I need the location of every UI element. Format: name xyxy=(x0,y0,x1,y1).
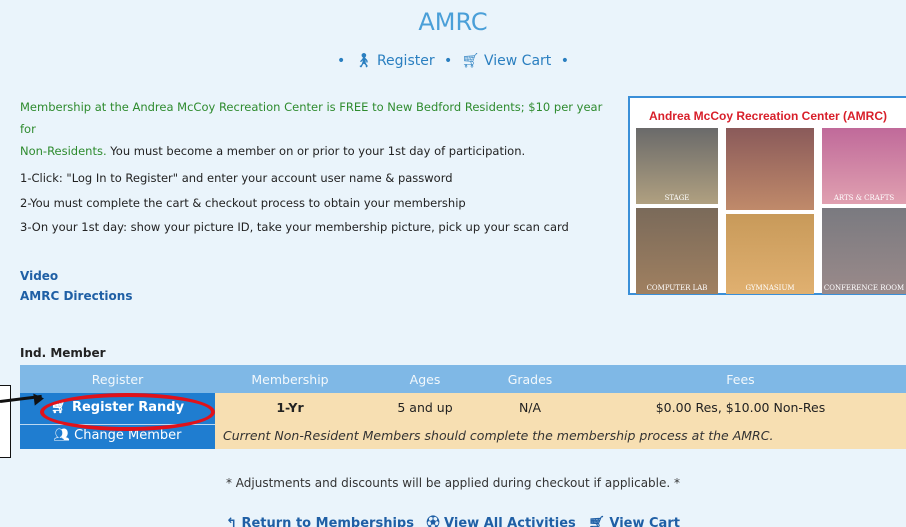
free-notice: Membership at the Andrea McCoy Recreatio… xyxy=(20,100,603,136)
gymnasium-photo-tile: GYMNASIUM xyxy=(726,214,814,294)
non-resident-note: Current Non-Resident Members should comp… xyxy=(215,421,906,449)
page-title: AMRC xyxy=(418,8,488,36)
gym-top-photo-tile xyxy=(726,128,814,210)
ages-cell: 5 and up xyxy=(365,393,485,421)
annotation-box xyxy=(0,385,11,458)
nav-bullet: • xyxy=(337,53,346,69)
stage-photo-tile: STAGE xyxy=(636,128,718,204)
register-link[interactable]: 🚶︎ Register xyxy=(355,53,439,69)
ball-icon: ⚽︎ xyxy=(426,516,440,527)
view-all-activities-link[interactable]: ⚽︎ View All Activities xyxy=(427,516,581,527)
video-link[interactable]: Video xyxy=(20,266,132,286)
view-cart-link[interactable]: 🛒︎ View Cart xyxy=(462,53,556,69)
view-cart-label: View Cart xyxy=(484,53,552,69)
non-resident-notice: Non-Residents. xyxy=(20,144,107,158)
cart-icon: 🛒︎ xyxy=(50,400,68,415)
nav-bullet: • xyxy=(560,53,569,69)
membership-cell: 1-Yr xyxy=(215,393,365,421)
return-icon: ↰ xyxy=(226,516,237,527)
column-header: Fees xyxy=(575,365,906,393)
change-member-label: Change Member xyxy=(74,428,182,443)
change-member-button[interactable]: 👥︎ Change Member xyxy=(53,428,181,443)
step-item: 1-Click: "Log In to Register" and enter … xyxy=(20,171,453,185)
column-header: Ages xyxy=(365,365,485,393)
users-icon: 👥︎ xyxy=(53,428,70,443)
table-row: 👥︎ Change Member Current Non-Resident Me… xyxy=(20,421,906,449)
person-icon: 🚶︎ xyxy=(354,53,373,69)
adjustments-note: * Adjustments and discounts will be appl… xyxy=(225,476,681,490)
facility-photo: Andrea McCoy Recreation Center (AMRC) ST… xyxy=(628,96,906,295)
column-header: Register xyxy=(20,365,215,393)
top-nav: • 🚶︎ Register • 🛒︎ View Cart • xyxy=(0,53,906,69)
register-link-label: Register xyxy=(376,53,435,69)
step-item: 3-On your 1st day: show your picture ID,… xyxy=(20,220,569,234)
footer-view-cart-link[interactable]: 🛒︎ View Cart xyxy=(588,516,680,527)
membership-description: Membership at the Andrea McCoy Recreatio… xyxy=(20,96,620,162)
info-links: Video AMRC Directions xyxy=(20,266,132,306)
steps-list: 1-Click: "Log In to Register" and enter … xyxy=(20,166,569,240)
conference-room-photo-tile: CONFERENCE ROOM xyxy=(822,208,906,294)
button-divider xyxy=(20,424,215,425)
grades-cell: N/A xyxy=(485,393,575,421)
photo-title: Andrea McCoy Recreation Center (AMRC) xyxy=(648,109,888,123)
table-row: 🛒︎ Register Randy 1-Yr 5 and up N/A $0.0… xyxy=(20,393,906,421)
return-to-memberships-link[interactable]: ↰ Return to Memberships xyxy=(226,516,418,527)
cart-icon: 🛒︎ xyxy=(461,53,480,69)
participation-notice: You must become a member on or prior to … xyxy=(106,144,526,158)
annotation-arrow-head xyxy=(33,392,45,406)
cart-icon: 🛒︎ xyxy=(588,516,605,527)
arts-crafts-photo-tile: ARTS & CRAFTS xyxy=(822,128,906,204)
register-cell: 🛒︎ Register Randy xyxy=(20,393,215,421)
register-button-label: Register Randy xyxy=(71,400,185,415)
column-header: Membership xyxy=(215,365,365,393)
column-header: Grades xyxy=(485,365,575,393)
change-member-cell: 👥︎ Change Member xyxy=(20,421,215,449)
fees-cell: $0.00 Res, $10.00 Non-Res xyxy=(575,393,906,421)
computer-lab-photo-tile: COMPUTER LAB xyxy=(636,208,718,294)
nav-bullet: • xyxy=(444,53,453,69)
directions-link[interactable]: AMRC Directions xyxy=(20,286,132,306)
step-item: 2-You must complete the cart & checkout … xyxy=(20,195,466,210)
membership-table: Register Membership Ages Grades Fees 🛒︎ … xyxy=(20,365,906,449)
register-randy-button[interactable]: 🛒︎ Register Randy xyxy=(51,400,184,415)
footer-links: ↰ Return to Memberships ⚽︎ View All Acti… xyxy=(0,512,906,527)
section-title: Ind. Member xyxy=(20,346,106,360)
